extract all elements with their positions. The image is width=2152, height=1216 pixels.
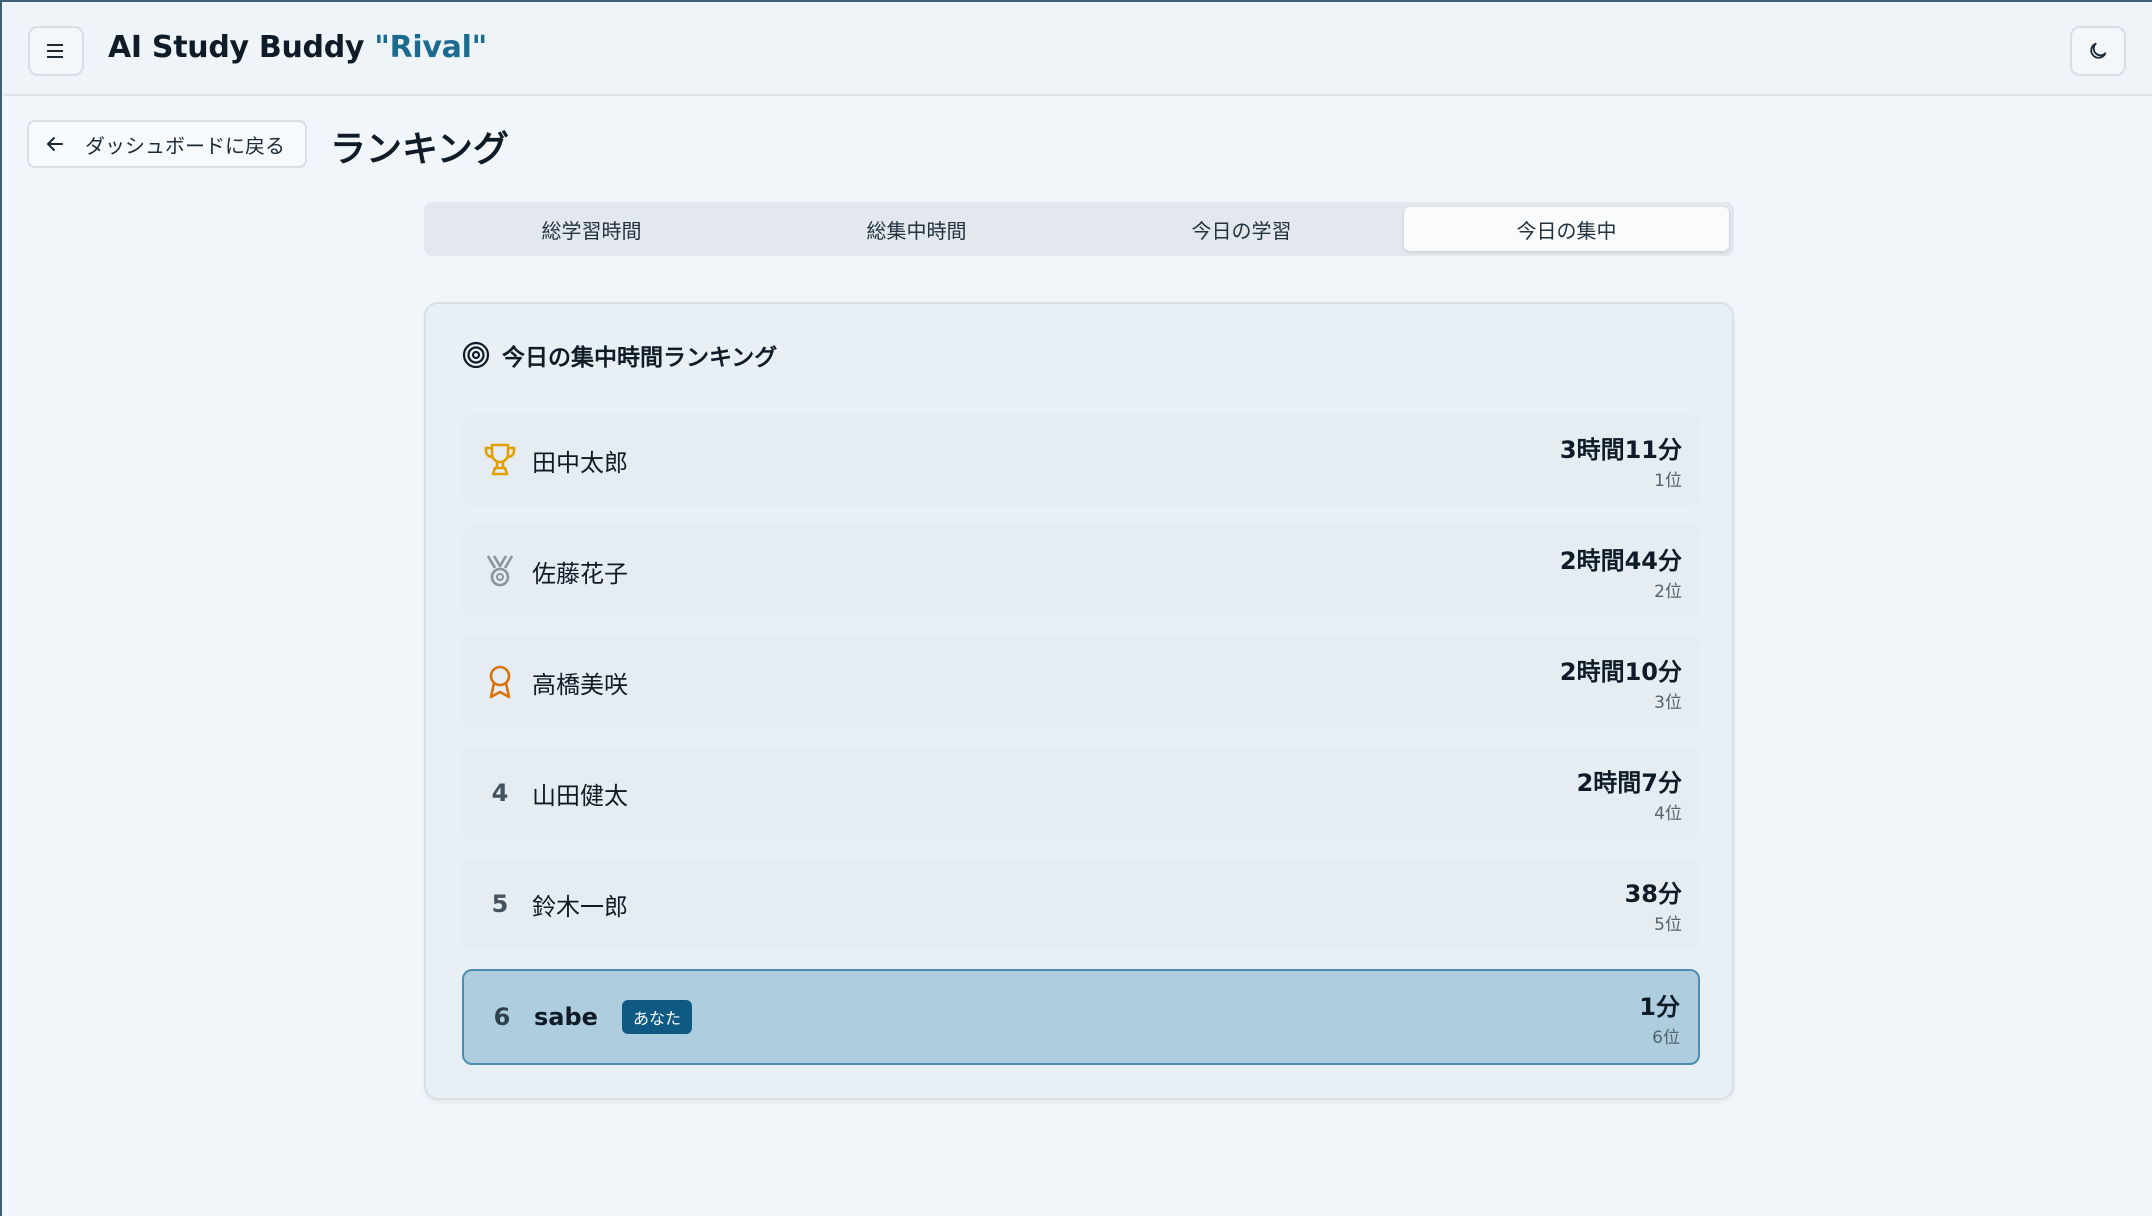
theme-toggle-button[interactable] (2070, 26, 2126, 76)
user-name: 高橋美咲 (532, 670, 628, 699)
medal-icon (478, 548, 522, 594)
tab-total-focus[interactable]: 総集中時間 (754, 207, 1079, 251)
focus-time: 2時間44分 (1559, 547, 1682, 575)
menu-button[interactable] (28, 26, 84, 76)
award-icon (478, 659, 522, 705)
user-name-text: sabe (534, 1003, 598, 1031)
arrow-left-icon (47, 137, 63, 151)
you-badge: あなた (621, 1000, 692, 1034)
rank-label: 2位 (1654, 582, 1682, 602)
rank-number: 4 (491, 779, 509, 807)
app-title-accent: "Rival" (374, 30, 487, 65)
user-name: sabe あなた (534, 971, 692, 1063)
user-name: 山田健太 (532, 781, 628, 810)
rank-label: 1位 (1654, 471, 1682, 491)
focus-time: 1分 (1639, 993, 1680, 1021)
rank-label: 4位 (1654, 804, 1682, 824)
ranking-card-header: 今日の集中時間ランキング (462, 338, 777, 372)
rank-label: 3位 (1654, 693, 1682, 713)
ranking-row: 4 山田健太 2時間7分 4位 (462, 747, 1700, 839)
user-name: 佐藤花子 (532, 559, 628, 588)
focus-time: 38分 (1624, 880, 1682, 908)
ranking-tabs: 総学習時間 総集中時間 今日の学習 今日の集中 (424, 202, 1734, 256)
tab-today-study[interactable]: 今日の学習 (1079, 207, 1404, 251)
tab-today-focus[interactable]: 今日の集中 (1404, 207, 1729, 251)
trophy-icon (478, 437, 522, 483)
rank-label: 6位 (1652, 1028, 1680, 1048)
user-name: 田中太郎 (532, 448, 628, 477)
target-icon (462, 341, 490, 369)
app-title: AI Study Buddy "Rival" (108, 30, 487, 65)
rank-label: 5位 (1654, 915, 1682, 935)
back-to-dashboard-button[interactable]: ダッシュボードに戻る (27, 120, 307, 168)
moon-icon (2090, 42, 2107, 59)
rank-number: 6 (493, 1003, 511, 1031)
rank-number: 5 (491, 890, 509, 918)
ranking-title: 今日の集中時間ランキング (502, 345, 778, 371)
ranking-card: 今日の集中時間ランキング 田中太郎 3時間11分 1位 佐藤花子 2時間44分 … (424, 302, 1734, 1100)
focus-time: 2時間7分 (1576, 769, 1682, 797)
top-bar: AI Study Buddy "Rival" (4, 4, 2152, 96)
hamburger-icon (47, 44, 63, 58)
ranking-row: 田中太郎 3時間11分 1位 (462, 414, 1700, 506)
focus-time: 2時間10分 (1559, 658, 1682, 686)
user-name: 鈴木一郎 (532, 892, 628, 921)
app-window: AI Study Buddy "Rival" ダッシュボードに戻る ランキング … (0, 0, 2152, 1216)
ranking-row: 5 鈴木一郎 38分 5位 (462, 858, 1700, 950)
app-title-text: AI Study Buddy (108, 30, 365, 65)
ranking-row: 佐藤花子 2時間44分 2位 (462, 525, 1700, 617)
ranking-row-current-user: 6 sabe あなた 1分 6位 (462, 969, 1700, 1065)
ranking-row: 高橋美咲 2時間10分 3位 (462, 636, 1700, 728)
back-button-label: ダッシュボードに戻る (85, 133, 285, 158)
focus-time: 3時間11分 (1559, 436, 1682, 464)
page-title: ランキング (330, 129, 509, 170)
tab-total-study[interactable]: 総学習時間 (429, 207, 754, 251)
